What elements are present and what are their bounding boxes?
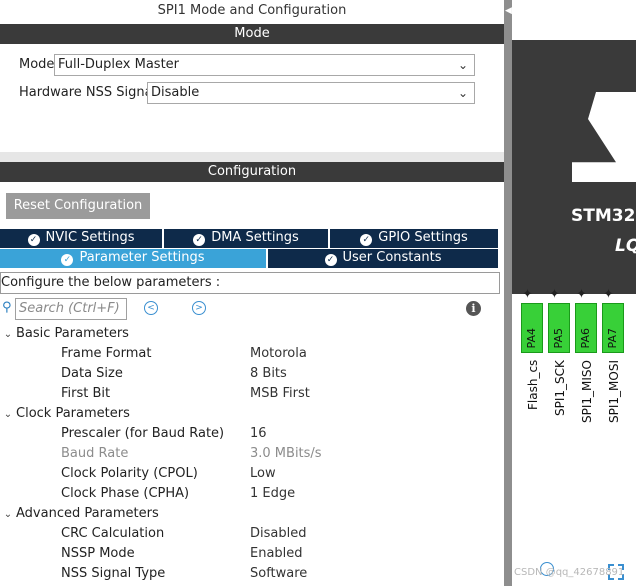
check-circle-icon: ✓ (61, 254, 74, 266)
group-advanced-parameters[interactable]: ⌄ Advanced Parameters (0, 506, 159, 521)
tab-label: DMA Settings (211, 230, 299, 245)
param-nss-signal-type-label: NSS Signal Type (61, 566, 166, 581)
chevron-down-icon: ⌄ (457, 86, 468, 100)
param-crc-label: CRC Calculation (61, 526, 165, 541)
pin-pa4[interactable]: PA4 (521, 303, 543, 353)
param-crc-value[interactable]: Disabled (250, 526, 306, 541)
chip-package: LQ (615, 236, 636, 256)
param-first-bit-value[interactable]: MSB First (250, 386, 310, 401)
check-circle-icon: ✓ (324, 254, 337, 266)
pushpin-icon: ✦ (603, 287, 614, 302)
pin-pa7[interactable]: PA7 (602, 303, 624, 353)
param-cpha-value[interactable]: 1 Edge (250, 486, 295, 501)
nss-select-value: Disable (151, 85, 200, 100)
param-baud-rate-value: 3.0 MBits/s (250, 446, 322, 461)
window-title: SPI1 Mode and Configuration (157, 3, 347, 18)
param-frame-format-label: Frame Format (61, 346, 152, 361)
mode-select-value: Full-Duplex Master (58, 57, 180, 72)
group-basic-parameters[interactable]: ⌄ Basic Parameters (0, 326, 129, 341)
pin-signal-label: SPI1_MOSI (607, 360, 621, 423)
config-section-header: Configuration (0, 162, 504, 182)
param-cpol-label: Clock Polarity (CPOL) (61, 466, 198, 481)
check-circle-icon: ✓ (360, 234, 373, 246)
search-icon: ⚲ (2, 300, 12, 315)
expand-caret-icon: ⌄ (3, 409, 13, 420)
chevron-down-icon: ⌄ (457, 58, 468, 72)
tab-label: GPIO Settings (378, 230, 468, 245)
check-circle-icon: ✓ (193, 234, 206, 246)
param-cpha-label: Clock Phase (CPHA) (61, 486, 190, 501)
param-prescaler-label: Prescaler (for Baud Rate) (61, 426, 225, 441)
param-nssp-label: NSSP Mode (61, 546, 135, 561)
reset-configuration-button[interactable]: Reset Configuration (6, 193, 150, 219)
tab-gpio-settings[interactable]: ✓ GPIO Settings (330, 229, 498, 248)
config-hint: Configure the below parameters : (0, 272, 500, 294)
group-title: Advanced Parameters (16, 506, 159, 521)
param-cpol-value[interactable]: Low (250, 466, 276, 481)
pushpin-icon: ✦ (522, 287, 533, 302)
pin-name: PA4 (525, 327, 538, 348)
expand-caret-icon: ⌄ (3, 329, 13, 340)
pin-pa5[interactable]: PA5 (548, 303, 570, 353)
tab-label: User Constants (342, 250, 442, 265)
param-frame-format-value[interactable]: Motorola (250, 346, 307, 361)
expand-caret-icon: ⌄ (3, 509, 13, 520)
pin-signal-label: SPI1_MISO (580, 360, 594, 423)
pushpin-icon: ✦ (576, 287, 587, 302)
pushpin-icon: ✦ (549, 287, 560, 302)
chevron-right-icon[interactable]: > (192, 301, 206, 315)
tab-dma-settings[interactable]: ✓ DMA Settings (164, 229, 328, 248)
param-data-size-label: Data Size (61, 366, 123, 381)
tab-label: Parameter Settings (79, 250, 205, 265)
pin-pa6[interactable]: PA6 (575, 303, 597, 353)
tab-label: NVIC Settings (45, 230, 135, 245)
nss-label: Hardware NSS Signal (19, 85, 157, 100)
group-title: Clock Parameters (16, 406, 130, 421)
pin-name: PA6 (579, 327, 592, 348)
info-icon[interactable]: i (466, 301, 481, 316)
config-panel: SPI1 Mode and Configuration Mode Mode Fu… (0, 0, 504, 586)
nss-select[interactable]: Disable ⌄ (147, 82, 475, 104)
param-first-bit-label: First Bit (61, 386, 111, 401)
search-input[interactable]: Search (Ctrl+F) (15, 298, 127, 320)
chevron-left-icon[interactable]: < (144, 301, 158, 315)
chip-name: STM32 (571, 206, 636, 226)
pin-signal-label: SPI1_SCK (553, 360, 567, 416)
splitter-handle[interactable]: ◀ (504, 0, 512, 586)
group-clock-parameters[interactable]: ⌄ Clock Parameters (0, 406, 130, 421)
group-title: Basic Parameters (16, 326, 129, 341)
param-baud-rate-label: Baud Rate (61, 446, 129, 461)
check-circle-icon: ✓ (27, 234, 40, 246)
param-nssp-value[interactable]: Enabled (250, 546, 303, 561)
pinout-view: STM32 LQ ✦ ✦ ✦ ✦ PA4 PA5 PA6 PA7 Flash_c… (512, 0, 636, 586)
pin-name: PA5 (552, 327, 565, 348)
panel-separator (0, 152, 504, 162)
pin-name: PA7 (606, 327, 619, 348)
param-data-size-value[interactable]: 8 Bits (250, 366, 287, 381)
mode-section-header: Mode (0, 24, 504, 44)
param-prescaler-value[interactable]: 16 (250, 426, 267, 441)
watermark: CSDN @qq_42678891 (514, 567, 625, 578)
pin-signal-label: Flash_cs (526, 360, 540, 411)
collapse-arrow-icon: ◀ (505, 6, 512, 16)
param-nss-signal-type-value[interactable]: Software (250, 566, 307, 581)
mode-select[interactable]: Full-Duplex Master ⌄ (54, 54, 475, 76)
tab-nvic-settings[interactable]: ✓ NVIC Settings (0, 229, 162, 248)
mode-label: Mode (19, 57, 55, 72)
tab-parameter-settings[interactable]: ✓ Parameter Settings (0, 249, 266, 268)
tab-user-constants[interactable]: ✓ User Constants (268, 249, 498, 268)
